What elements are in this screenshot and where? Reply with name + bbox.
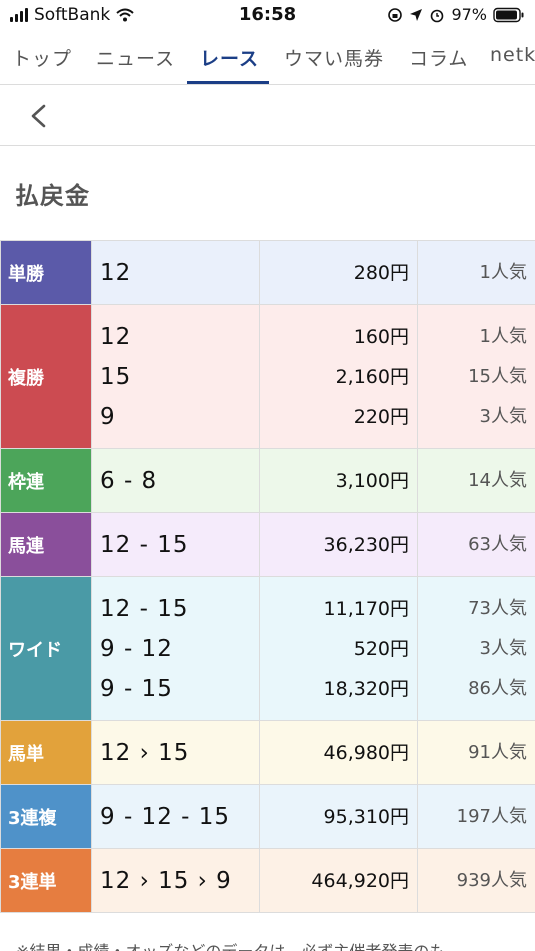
payout-row: 馬単 12 › 15 46,980円 91人気	[0, 720, 535, 785]
popularity: 63人気	[468, 533, 527, 555]
payout-amount-cell: 3,100円	[259, 448, 418, 513]
popularity: 3人気	[479, 405, 527, 427]
payout-row: 単勝 12 280円 1人気	[0, 240, 535, 305]
horse-number: 12	[100, 323, 132, 350]
payout-amount: 36,230円	[323, 533, 409, 556]
horse-number: 12	[100, 259, 132, 286]
popularity: 1人気	[479, 261, 527, 283]
footnote: ※結果・成績・オッズなどのデータは、必ず主催者発表のも	[16, 938, 445, 951]
bet-type: 3連複	[0, 784, 92, 849]
payout-row: 枠連 6 - 8 3,100円 14人気	[0, 448, 535, 513]
horse-number-cell: 6 - 8	[91, 448, 260, 513]
bet-type: 馬単	[0, 720, 92, 785]
payout-amount-cell: 46,980円	[259, 720, 418, 785]
payout-row: 複勝 12 15 9 160円 2,160円 220円 1人気 15人気 3人気	[0, 304, 535, 449]
horse-number: 9 - 12	[100, 635, 173, 662]
popularity: 73人気	[468, 597, 527, 619]
horse-number: 15	[100, 363, 132, 390]
horse-number: 9	[100, 403, 116, 430]
payout-amount: 160円	[353, 325, 409, 348]
tab-top[interactable]: トップ	[12, 44, 72, 71]
popularity-cell: 1人気 15人気 3人気	[417, 304, 535, 449]
horse-number: 9 - 12 - 15	[100, 803, 231, 830]
horse-number: 9 - 15	[100, 675, 173, 702]
popularity: 86人気	[468, 677, 527, 699]
bet-type: 馬連	[0, 512, 92, 577]
horse-number-cell: 12	[91, 240, 260, 305]
bet-type: 単勝	[0, 240, 92, 305]
payout-row: 馬連 12 - 15 36,230円 63人気	[0, 512, 535, 577]
horse-number: 12 › 15 › 9	[100, 867, 232, 894]
bet-type: ワイド	[0, 576, 92, 721]
payout-row: ワイド 12 - 15 9 - 12 9 - 15 11,170円 520円 18,320円…	[0, 576, 535, 721]
horse-number-cell: 9 - 12 - 15	[91, 784, 260, 849]
horse-number-cell: 12 › 15	[91, 720, 260, 785]
tab-race[interactable]: レース	[200, 44, 259, 71]
back-bar	[0, 86, 535, 146]
battery-percent: 97%	[451, 5, 487, 24]
popularity: 91人気	[468, 741, 527, 763]
payout-amount: 18,320円	[323, 677, 409, 700]
payout-amount: 464,920円	[311, 869, 409, 892]
horse-number: 6 - 8	[100, 467, 158, 494]
horse-number-cell: 12 - 15	[91, 512, 260, 577]
active-tab-indicator	[187, 81, 269, 84]
payout-amount-cell: 36,230円	[259, 512, 418, 577]
popularity-cell: 1人気	[417, 240, 535, 305]
payout-amount-cell: 95,310円	[259, 784, 418, 849]
payout-row: 3連複 9 - 12 - 15 95,310円 197人気	[0, 784, 535, 849]
status-right: 97%	[387, 5, 525, 24]
tab-column[interactable]: コラム	[409, 44, 468, 71]
bet-type: 3連単	[0, 848, 92, 913]
tab-news[interactable]: ニュース	[96, 44, 175, 71]
popularity: 3人気	[479, 637, 527, 659]
tab-netkeiba[interactable]: netk	[490, 44, 535, 66]
popularity: 1人気	[479, 325, 527, 347]
rotation-lock-icon	[388, 7, 403, 22]
payout-amount: 2,160円	[335, 365, 409, 388]
popularity: 939人気	[456, 869, 527, 891]
popularity-cell: 91人気	[417, 720, 535, 785]
status-bar: SoftBank 16:58 97%	[0, 0, 535, 30]
bet-type: 枠連	[0, 448, 92, 513]
popularity-cell: 939人気	[417, 848, 535, 913]
horse-number: 12 - 15	[100, 531, 189, 558]
payout-amount: 280円	[353, 261, 409, 284]
payout-row: 3連単 12 › 15 › 9 464,920円 939人気	[0, 848, 535, 913]
payout-amount-cell: 11,170円 520円 18,320円	[259, 576, 418, 721]
tab-bar: トップ ニュース レース ウマい馬券 コラム netk	[0, 30, 535, 85]
popularity-cell: 197人気	[417, 784, 535, 849]
alarm-icon	[431, 9, 444, 22]
popularity-cell: 73人気 3人気 86人気	[417, 576, 535, 721]
payout-amount: 3,100円	[335, 469, 409, 492]
horse-number-cell: 12 › 15 › 9	[91, 848, 260, 913]
payout-amount: 95,310円	[323, 805, 409, 828]
horse-number-cell: 12 - 15 9 - 12 9 - 15	[91, 576, 260, 721]
horse-number: 12 › 15	[100, 739, 190, 766]
popularity-cell: 63人気	[417, 512, 535, 577]
payout-amount: 520円	[353, 637, 409, 660]
payout-amount: 11,170円	[323, 597, 409, 620]
payout-amount-cell: 280円	[259, 240, 418, 305]
popularity: 14人気	[468, 469, 527, 491]
popularity-cell: 14人気	[417, 448, 535, 513]
horse-number-cell: 12 15 9	[91, 304, 260, 449]
payout-table: 単勝 12 280円 1人気 複勝 12 15 9 160円 2,160円 220円 1人気 15人気 3…	[0, 240, 535, 913]
location-icon	[410, 8, 423, 21]
popularity: 197人気	[456, 805, 527, 827]
section-title: 払戻金	[15, 182, 90, 210]
tab-umai-baken[interactable]: ウマい馬券	[284, 44, 384, 71]
horse-number: 12 - 15	[100, 595, 189, 622]
payout-amount: 220円	[353, 405, 409, 428]
payout-amount-cell: 160円 2,160円 220円	[259, 304, 418, 449]
chevron-left-icon[interactable]	[24, 100, 54, 132]
popularity: 15人気	[468, 365, 527, 387]
payout-amount: 46,980円	[323, 741, 409, 764]
bet-type: 複勝	[0, 304, 92, 449]
payout-amount-cell: 464,920円	[259, 848, 418, 913]
battery-icon	[493, 7, 524, 22]
